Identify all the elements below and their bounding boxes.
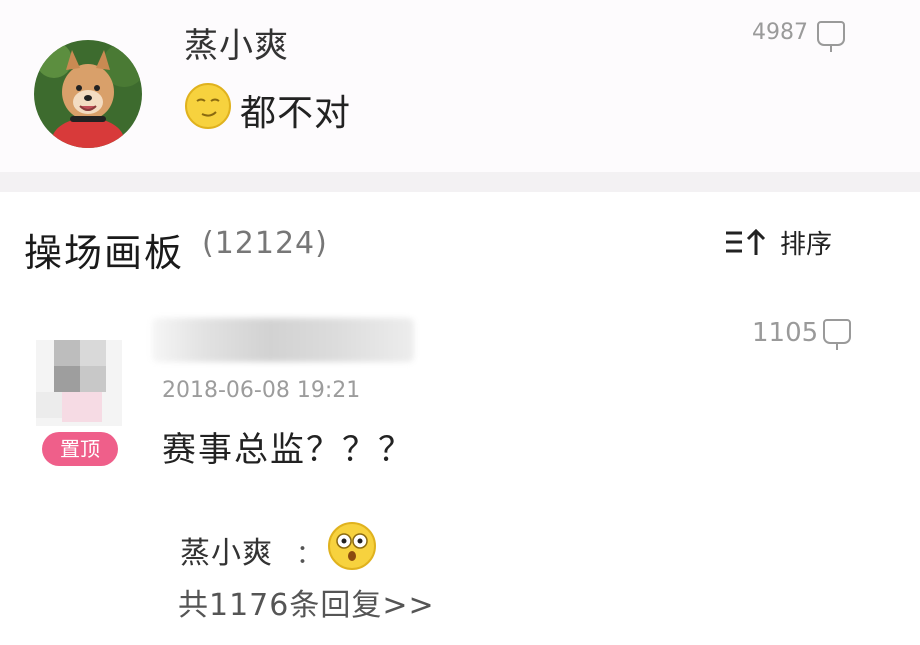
top-comment-text: 都不对	[240, 93, 352, 134]
section-divider	[0, 172, 920, 192]
pinned-badge: 置顶	[42, 432, 118, 466]
reply-username[interactable]: 蒸小爽	[180, 528, 273, 572]
sort-bars-arrow-up-icon	[726, 228, 766, 255]
top-comment-username[interactable]: 蒸小爽	[184, 18, 289, 67]
post-text: 赛事总监？？？	[162, 430, 414, 470]
avatar[interactable]	[36, 340, 122, 426]
thumb-like-icon[interactable]	[822, 316, 852, 356]
shiba-dog-avatar-icon	[34, 40, 142, 148]
avatar[interactable]	[34, 40, 142, 148]
post-timestamp: 2018-06-08 19:21	[162, 378, 361, 403]
page-title: 操场画板	[24, 231, 185, 275]
blurred-username	[152, 318, 414, 362]
reply-colon: ：	[296, 540, 323, 570]
view-replies-link[interactable]: 共1176条回复>>	[178, 580, 435, 624]
sort-label: 排序	[780, 229, 833, 260]
smirk-face-emoji-icon	[184, 82, 232, 134]
thumb-like-icon[interactable]	[816, 18, 846, 58]
blurred-avatar-icon	[36, 340, 122, 426]
sort-button[interactable]: 排序	[724, 222, 832, 262]
shocked-face-emoji-icon	[326, 520, 378, 576]
post-count: (12124)	[202, 226, 328, 261]
post-like-count: 1105	[752, 318, 819, 348]
top-comment-like-count: 4987	[752, 20, 808, 45]
